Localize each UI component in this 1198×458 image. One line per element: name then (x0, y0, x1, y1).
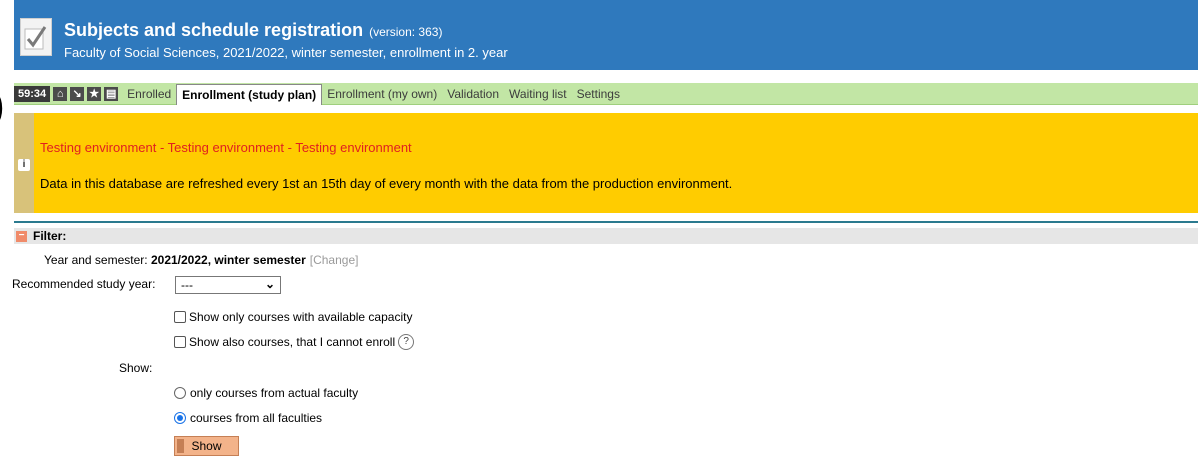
capacity-checkbox[interactable] (174, 311, 186, 323)
tab-validation[interactable]: Validation (442, 87, 504, 101)
star-icon[interactable]: ★ (87, 86, 102, 101)
partial-edge-glyph: ) (0, 85, 4, 127)
show-button[interactable]: Show (174, 436, 239, 456)
info-side-strip: i (14, 113, 34, 213)
tab-enrollment-my-own[interactable]: Enrollment (my own) (322, 87, 442, 101)
cannot-enroll-checkbox-row[interactable]: Show also courses, that I cannot enroll … (174, 334, 415, 350)
year-semester-value: 2021/2022, winter semester (150, 253, 306, 267)
collapse-icon[interactable]: − (16, 230, 27, 242)
tabs-bar: 59:34 ⌂ ↘ ★ ▤ Enrolled Enrollment (study… (14, 83, 1198, 105)
year-semester-label: Year and semester: (44, 253, 148, 267)
recommended-year-value: --- (181, 278, 193, 292)
page-subtitle: Faculty of Social Sciences, 2021/2022, w… (64, 45, 508, 60)
capacity-checkbox-label: Show only courses with available capacit… (189, 310, 413, 324)
page-title: Subjects and schedule registration (versi… (64, 20, 443, 40)
home-icon[interactable]: ⌂ (53, 86, 68, 101)
tab-waiting-list[interactable]: Waiting list (504, 87, 572, 101)
show-label: Show: (119, 361, 153, 375)
recommended-year-select[interactable]: --- ⌄ (175, 276, 281, 294)
help-icon[interactable]: ? (398, 334, 415, 350)
radio-all-faculties-label: courses from all faculties (190, 411, 323, 425)
tab-settings[interactable]: Settings (572, 87, 625, 101)
print-icon[interactable]: ▤ (104, 86, 119, 101)
radio-all-faculties[interactable] (174, 412, 186, 424)
radio-actual-faculty-label: only courses from actual faculty (190, 386, 359, 400)
year-semester-row: Year and semester: 2021/2022, winter sem… (44, 253, 358, 267)
info-icon: i (18, 159, 30, 171)
banner-warning: Testing environment - Testing environmen… (40, 140, 412, 155)
section-divider (14, 221, 1198, 223)
app-header: Subjects and schedule registration (versi… (0, 0, 1198, 82)
recommended-year-label: Recommended study year: (12, 277, 156, 291)
testing-environment-banner: Testing environment - Testing environmen… (34, 113, 1198, 213)
session-timer: 59:34 (14, 85, 51, 102)
banner-text: Data in this database are refreshed ever… (40, 176, 733, 191)
filter-header[interactable]: − Filter: (14, 228, 1198, 244)
capacity-checkbox-row[interactable]: Show only courses with available capacit… (174, 310, 412, 324)
radio-all-faculties-row[interactable]: courses from all faculties (174, 411, 322, 425)
filter-title: Filter: (33, 229, 67, 243)
show-button-label: Show (191, 439, 222, 453)
cannot-enroll-checkbox-label: Show also courses, that I cannot enroll (189, 335, 396, 349)
tab-enrolled[interactable]: Enrolled (122, 87, 176, 101)
tab-enrollment-study-plan[interactable]: Enrollment (study plan) (176, 84, 323, 105)
download-icon[interactable]: ↘ (70, 86, 85, 101)
registration-app-icon (20, 18, 52, 56)
cannot-enroll-checkbox[interactable] (174, 336, 186, 348)
change-link[interactable]: [Change] (310, 253, 359, 267)
chevron-down-icon: ⌄ (264, 277, 275, 291)
radio-actual-faculty[interactable] (174, 387, 186, 399)
button-grip (177, 439, 184, 453)
radio-actual-faculty-row[interactable]: only courses from actual faculty (174, 386, 358, 400)
version-label: (version: 363) (369, 25, 443, 39)
